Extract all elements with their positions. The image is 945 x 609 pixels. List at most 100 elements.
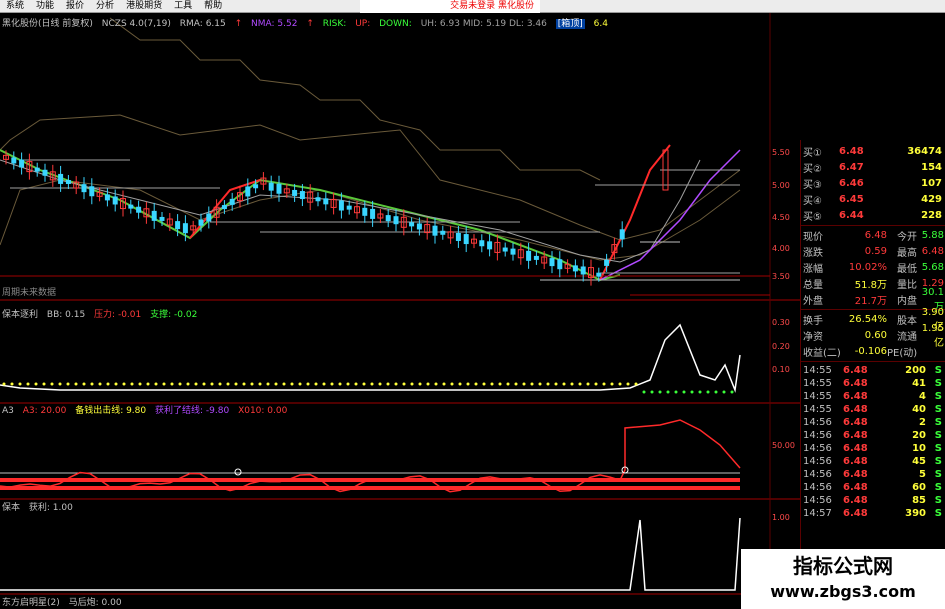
kline-chart[interactable]: [0, 0, 800, 609]
stat-label: 量比: [897, 280, 917, 291]
candle-body: [19, 159, 25, 168]
bb-dot: [450, 382, 454, 386]
bid-label: 买③: [803, 179, 822, 191]
bb-dot: [186, 382, 190, 386]
tick-side: S: [934, 507, 942, 519]
tick-side: S: [934, 455, 942, 467]
bb-dot: [226, 382, 230, 386]
box-top-tag[interactable]: [箱顶]: [555, 19, 585, 29]
stat-label: 现价: [803, 232, 823, 243]
stat-label: 涨跌: [803, 248, 823, 259]
bb-dot: [2, 382, 6, 386]
tick-row: 14:55 6.48 200 S: [803, 364, 944, 377]
tick-price: 6.48: [843, 442, 868, 454]
x010-value: X010: 0.00: [238, 406, 288, 416]
bb-dot: [650, 390, 654, 394]
candle-body: [580, 266, 586, 275]
channel-outer-line: [109, 17, 601, 181]
candle-body: [393, 216, 399, 225]
bb-dot: [530, 382, 534, 386]
gain-indicator-header: 保本 获利: 1.00: [2, 502, 79, 514]
bb-dot: [338, 382, 342, 386]
tick-volume: 85: [912, 494, 926, 506]
bb-dot: [594, 382, 598, 386]
tick-volume: 390: [905, 507, 926, 519]
bid-row-1[interactable]: 买① 6.48 36474: [803, 143, 944, 159]
bid-row-4[interactable]: 买④ 6.45 429: [803, 191, 944, 207]
bb-dot: [130, 382, 134, 386]
bb-dot: [634, 382, 638, 386]
bid-row-5[interactable]: 买⑤ 6.44 228: [803, 207, 944, 223]
stat-value: 0.59: [864, 246, 887, 257]
bb-dot: [610, 382, 614, 386]
y-tick-main-1: 5.00: [772, 181, 790, 190]
stat-label: 最高: [897, 248, 917, 259]
tick-row: 14:56 6.48 20 S: [803, 429, 944, 442]
tick-price: 6.48: [843, 455, 868, 467]
candle-body: [175, 221, 181, 230]
divider: [801, 361, 945, 362]
indicator-panel-gain: [0, 517, 741, 591]
candle-body: [136, 206, 142, 213]
uh-mid-dl: UH: 6.93 MID: 5.19 DL: 3.46: [420, 19, 547, 29]
bb-dot: [410, 382, 414, 386]
tick-volume: 200: [905, 364, 926, 376]
bb-dot: [506, 382, 510, 386]
y-tick-main-0: 5.50: [772, 148, 790, 157]
a3-name: A3: [2, 406, 14, 416]
bb-dot: [194, 382, 198, 386]
tick-row: 14:57 6.48 390 S: [803, 507, 944, 520]
bb-dot: [34, 382, 38, 386]
candle-body: [42, 169, 48, 176]
stat-row: 涨幅 10.02% 最低 5.68: [803, 260, 944, 275]
candle-body: [432, 225, 438, 236]
stat-label: 净资: [803, 332, 823, 343]
tick-time: 14:56: [803, 429, 832, 441]
tick-row: 14:55 6.48 4 S: [803, 390, 944, 403]
stat-value: 0.60: [864, 330, 887, 341]
box-top-value: 6.4: [593, 19, 608, 29]
tick-row: 14:56 6.48 10 S: [803, 442, 944, 455]
stat-row: 现价 6.48 今开 5.88: [803, 228, 944, 243]
bb-dot: [66, 382, 70, 386]
y-tick-ind1-1: 0.20: [772, 342, 790, 351]
bb-line: [0, 323, 741, 393]
bb-dot: [402, 382, 406, 386]
bb-dot: [50, 382, 54, 386]
candle-body: [596, 272, 602, 277]
main-price-panel: [0, 17, 770, 296]
y-tick-main-4: 3.50: [772, 272, 790, 281]
stat-row: 收益(二) -0.106 PE(动): [803, 344, 944, 359]
bb-dot: [578, 382, 582, 386]
bb-dot: [154, 382, 158, 386]
bid-row-3[interactable]: 买③ 6.46 107: [803, 175, 944, 191]
stat-label: 股本: [897, 316, 917, 327]
bb-dot: [122, 382, 126, 386]
candle-body: [315, 197, 321, 202]
bid-price: 6.47: [839, 161, 864, 173]
bb-dot: [618, 382, 622, 386]
tick-price: 6.48: [843, 364, 868, 376]
bb-dot: [138, 382, 142, 386]
stat-label: 收益(二): [803, 348, 841, 359]
support-value: 支撑: -0.02: [150, 310, 198, 320]
tick-row: 14:56 6.48 60 S: [803, 481, 944, 494]
tick-time: 14:55: [803, 403, 832, 415]
tick-time: 14:55: [803, 390, 832, 402]
stat-row: 涨跌 0.59 最高 6.48: [803, 244, 944, 259]
bb-dot: [370, 382, 374, 386]
bid-price: 6.45: [839, 193, 864, 205]
stat-label: 内盘: [897, 296, 917, 307]
stat-label: PE(动): [887, 348, 918, 359]
bid-row-2[interactable]: 买② 6.47 154: [803, 159, 944, 175]
tick-volume: 2: [919, 416, 926, 428]
bid-label: 买①: [803, 147, 822, 159]
bid-price: 6.48: [839, 145, 864, 157]
candle-body: [346, 205, 352, 210]
candle-body: [533, 255, 539, 260]
tick-side: S: [934, 481, 942, 493]
bb-dot: [354, 382, 358, 386]
stat-value: 5.88: [921, 230, 944, 241]
tick-price: 6.48: [843, 494, 868, 506]
bb-dot: [10, 382, 14, 386]
